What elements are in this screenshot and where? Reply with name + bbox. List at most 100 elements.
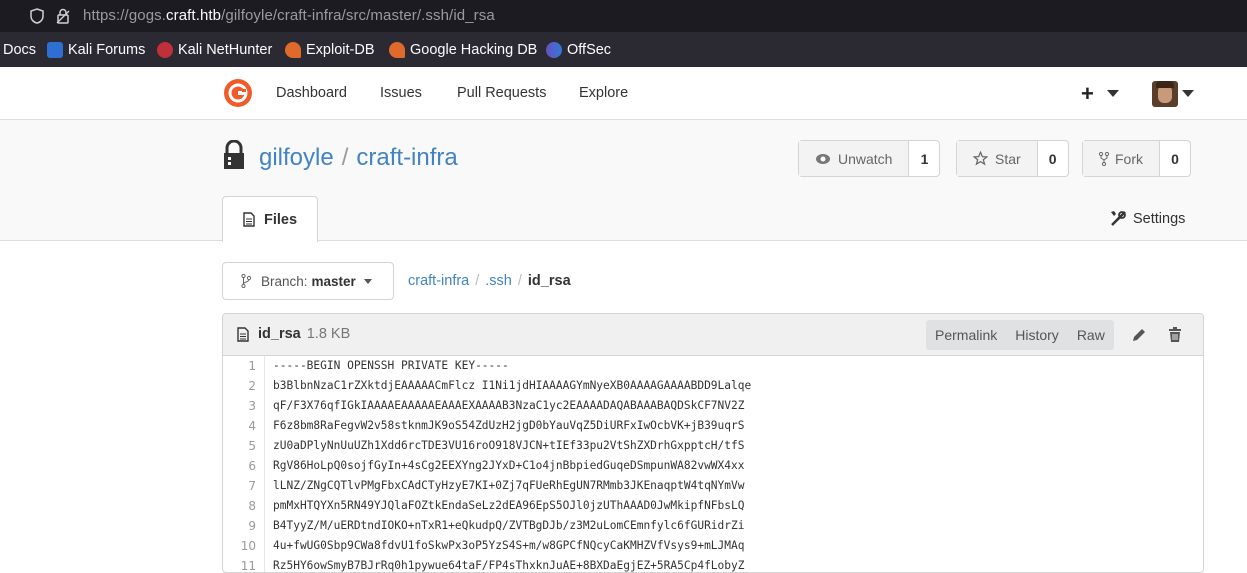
- nav-issues[interactable]: Issues: [380, 85, 422, 101]
- tools-icon: [1111, 211, 1126, 226]
- bookmark-exploit-db[interactable]: Exploit-DB: [285, 42, 375, 58]
- bookmark-docs[interactable]: Docs: [3, 42, 36, 58]
- line-number[interactable]: 6: [223, 456, 265, 476]
- raw-button[interactable]: Raw: [1068, 320, 1114, 350]
- tab-files[interactable]: Files: [222, 196, 318, 242]
- create-new-button[interactable]: +: [1081, 81, 1094, 107]
- breadcrumb-dir-link[interactable]: .ssh: [485, 273, 512, 289]
- bookmark-label: Kali Forums: [68, 42, 146, 58]
- line-content: B4TyyZ/M/uERDtndIOKO+nTxR1+eQkudpQ/ZVTBg…: [273, 519, 745, 532]
- file-button-group: Permalink History Raw: [926, 320, 1114, 350]
- bookmark-label: Exploit-DB: [306, 42, 375, 58]
- repo-owner-link[interactable]: gilfoyle: [259, 144, 334, 171]
- trash-icon[interactable]: [1168, 327, 1182, 343]
- line-content: 4u+fwUG0Sbp9CWa8fdvU1foSkwPx3oP5YzS4S+m/…: [273, 539, 745, 552]
- bookmarks-bar: Docs Kali Forums Kali NetHunter Exploit-…: [0, 32, 1247, 67]
- code-line: 3 qF/F3X76qfIGkIAAAAEAAAAAEAAAEXAAAAB3Nza…: [223, 396, 1203, 416]
- code-line: 10 4u+fwUG0Sbp9CWa8fdvU1foSkwPx3oP5YzS4S+…: [223, 536, 1203, 556]
- url-text[interactable]: https://gogs.craft.htb/gilfoyle/craft-in…: [83, 7, 495, 24]
- file-header: id_rsa 1.8 KB Permalink History Raw: [223, 314, 1203, 356]
- line-content: lLNZ/ZNgCQTlvPMgFbxCAdCTyHzyE7KI+0Zj7qFU…: [273, 479, 745, 492]
- repo-name-link[interactable]: craft-infra: [356, 144, 457, 171]
- line-number[interactable]: 8: [223, 496, 265, 516]
- url-prefix: https://gogs.: [83, 7, 167, 24]
- code-line: 6 RgV86HoLpQ0sojfGyIn+4sCg2EEXYng2JYxD+C1…: [223, 456, 1203, 476]
- line-number[interactable]: 5: [223, 436, 265, 456]
- kali-forums-icon: [47, 42, 63, 58]
- gogs-logo-icon[interactable]: [222, 77, 254, 109]
- branch-selector[interactable]: Branch: master: [222, 262, 394, 300]
- line-content: qF/F3X76qfIGkIAAAAEAAAAAEAAAEXAAAAB3NzaC…: [273, 399, 745, 412]
- fork-button[interactable]: Fork: [1083, 141, 1160, 176]
- tab-settings[interactable]: Settings: [1110, 210, 1185, 227]
- repo-header: [0, 120, 1247, 241]
- nav-dashboard[interactable]: Dashboard: [276, 85, 347, 101]
- bookmark-offsec[interactable]: OffSec: [546, 42, 611, 58]
- bookmark-label: Docs: [3, 42, 37, 58]
- line-content: Rz5HY6owSmyB7BJrRq0h1pywue64taF/FP4sThxk…: [273, 559, 745, 572]
- url-host: craft.htb: [166, 7, 222, 24]
- branch-icon: [241, 274, 251, 288]
- shield-icon[interactable]: [30, 8, 44, 24]
- chevron-down-icon[interactable]: [1107, 90, 1119, 97]
- browser-urlbar[interactable]: https://gogs.craft.htb/gilfoyle/craft-in…: [0, 0, 1247, 32]
- code-line: 7 lLNZ/ZNgCQTlvPMgFbxCAdCTyHzyE7KI+0Zj7qF…: [223, 476, 1203, 496]
- chevron-down-icon[interactable]: [1182, 90, 1194, 97]
- permalink-button[interactable]: Permalink: [926, 320, 1006, 350]
- star-count[interactable]: 0: [1038, 141, 1068, 176]
- line-number[interactable]: 4: [223, 416, 265, 436]
- code-line: 2 b3BlbnNzaC1rZXktdjEAAAAACmFlcz I1Ni1jdH…: [223, 376, 1203, 396]
- line-content: zU0aDPlyNnUuUZh1Xdd6rcTDE3VU16roO918VJCN…: [273, 439, 745, 452]
- fork-count[interactable]: 0: [1160, 141, 1190, 176]
- bookmark-google-hacking-db[interactable]: Google Hacking DB: [389, 42, 537, 58]
- line-number[interactable]: 1: [223, 356, 265, 376]
- avatar[interactable]: [1152, 81, 1178, 107]
- line-number[interactable]: 11: [223, 556, 265, 572]
- bookmark-kali-forums[interactable]: Kali Forums: [47, 42, 145, 58]
- history-button[interactable]: History: [1006, 320, 1068, 350]
- line-content: b3BlbnNzaC1rZXktdjEAAAAACmFlcz I1Ni1jdHI…: [273, 379, 752, 392]
- ghdb-icon: [389, 42, 405, 58]
- fork-label: Fork: [1115, 150, 1143, 167]
- lock-icon[interactable]: [56, 8, 70, 24]
- star-button[interactable]: Star: [957, 141, 1038, 176]
- star-label: Star: [995, 150, 1021, 167]
- line-number[interactable]: 3: [223, 396, 265, 416]
- eye-icon: [816, 153, 830, 164]
- breadcrumb-separator: /: [517, 273, 522, 289]
- unwatch-button[interactable]: Unwatch: [799, 141, 910, 176]
- line-number[interactable]: 10: [223, 536, 265, 556]
- breadcrumb-current-file: id_rsa: [527, 273, 571, 289]
- tab-files-label: Files: [263, 211, 298, 228]
- code-line: 9 B4TyyZ/M/uERDtndIOKO+nTxR1+eQkudpQ/ZVTB…: [223, 516, 1203, 536]
- star-button-group: Star 0: [956, 140, 1069, 177]
- line-number[interactable]: 2: [223, 376, 265, 396]
- watch-button-group: Unwatch 1: [798, 140, 941, 177]
- repo-title: gilfoyle / craft-infra: [259, 144, 458, 172]
- breadcrumb-root-link[interactable]: craft-infra: [408, 273, 469, 289]
- file-icon: [243, 212, 255, 227]
- line-content: F6z8bm8RaFegvW2v58stknmJK9oS54ZdUzH2jgD0…: [273, 419, 745, 432]
- code-line: 4 F6z8bm8RaFegvW2v58stknmJK9oS54ZdUzH2jgD…: [223, 416, 1203, 436]
- offsec-icon: [546, 42, 562, 58]
- pencil-icon[interactable]: [1131, 327, 1147, 343]
- line-content: pmMxHTQYXn5RN49YJQlaFOZtkEndaSeLz2dEA96E…: [273, 499, 745, 512]
- file-title: id_rsa 1.8 KB: [237, 326, 350, 342]
- bookmark-label: Google Hacking DB: [410, 42, 538, 58]
- bookmark-kali-nethunter[interactable]: Kali NetHunter: [157, 42, 272, 58]
- line-content: RgV86HoLpQ0sojfGyIn+4sCg2EEXYng2JYxD+C1o…: [273, 459, 745, 472]
- breadcrumb-separator: /: [475, 273, 480, 289]
- nav-pull-requests[interactable]: Pull Requests: [457, 85, 546, 101]
- star-icon: [973, 151, 988, 166]
- watch-count[interactable]: 1: [909, 141, 939, 176]
- line-number[interactable]: 9: [223, 516, 265, 536]
- breadcrumb: craft-infra / .ssh / id_rsa: [408, 273, 571, 289]
- nav-explore[interactable]: Explore: [579, 85, 628, 101]
- code-line: 5 zU0aDPlyNnUuUZh1Xdd6rcTDE3VU16roO918VJC…: [223, 436, 1203, 456]
- url-path: /gilfoyle/craft-infra/src/master/.ssh/id…: [221, 7, 495, 24]
- code-line: 11 Rz5HY6owSmyB7BJrRq0h1pywue64taF/FP4sTh…: [223, 556, 1203, 572]
- code-line: 1 -----BEGIN OPENSSH PRIVATE KEY-----: [223, 356, 1203, 376]
- line-number[interactable]: 7: [223, 476, 265, 496]
- line-content: -----BEGIN OPENSSH PRIVATE KEY-----: [273, 359, 509, 372]
- file-text-icon: [237, 326, 249, 342]
